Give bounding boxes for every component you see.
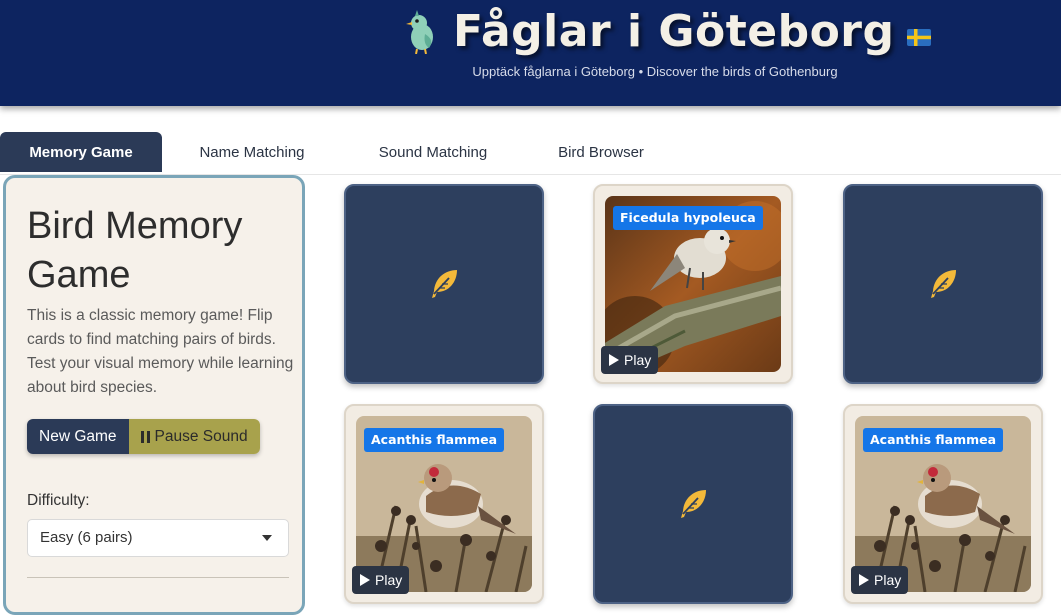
- play-icon: [859, 574, 869, 586]
- memory-card[interactable]: [593, 404, 793, 604]
- tab-sound-matching[interactable]: Sound Matching: [362, 132, 504, 172]
- sidebar-description: This is a classic memory game! Flip card…: [27, 307, 294, 396]
- game-sidebar: Bird Memory Game This is a classic memor…: [3, 175, 305, 615]
- tab-bar: Memory Game Name Matching Sound Matching…: [0, 132, 1061, 175]
- play-label: Play: [874, 572, 902, 588]
- page-title: Fåglar i Göteborg: [453, 6, 895, 57]
- memory-card[interactable]: Acanthis flammea Play: [843, 404, 1043, 604]
- swedish-flag-icon: [906, 28, 931, 46]
- new-game-button[interactable]: New Game: [27, 419, 129, 454]
- species-label: Acanthis flammea: [364, 428, 505, 452]
- tab-bird-browser[interactable]: Bird Browser: [544, 132, 658, 172]
- play-icon: [360, 574, 370, 586]
- play-sound-button[interactable]: Play: [601, 346, 659, 374]
- play-sound-button[interactable]: Play: [352, 566, 410, 594]
- difficulty-label: Difficulty:: [27, 492, 90, 509]
- title-row: Fåglar i Göteborg: [405, 4, 931, 60]
- memory-card[interactable]: [843, 184, 1043, 384]
- pause-icon: [140, 430, 150, 443]
- tab-memory-game[interactable]: Memory Game: [0, 132, 162, 172]
- game-controls: New Game Pause Sound: [27, 419, 260, 454]
- species-label: Acanthis flammea: [863, 428, 1004, 452]
- play-label: Play: [375, 572, 403, 588]
- memory-card[interactable]: Ficedula hypoleuca Play: [593, 184, 793, 384]
- feather-icon: [681, 490, 706, 518]
- chevron-down-icon: [262, 535, 272, 541]
- play-sound-button[interactable]: Play: [851, 566, 909, 594]
- sidebar-divider: [27, 577, 289, 578]
- memory-card[interactable]: [344, 184, 544, 384]
- pause-sound-button[interactable]: Pause Sound: [128, 419, 260, 454]
- app-header: Fåglar i Göteborg Upptäck fåglarna i Göt…: [0, 0, 1061, 106]
- difficulty-select[interactable]: Easy (6 pairs): [27, 519, 289, 557]
- pause-sound-label: Pause Sound: [154, 428, 248, 445]
- sidebar-title: Bird Memory Game: [27, 205, 243, 296]
- feather-icon: [931, 270, 956, 298]
- page-subtitle: Upptäck fåglarna i Göteborg • Discover t…: [472, 64, 838, 79]
- difficulty-value: Easy (6 pairs): [40, 529, 133, 546]
- feather-icon: [432, 270, 457, 298]
- bird-icon: [406, 10, 433, 54]
- tab-name-matching[interactable]: Name Matching: [183, 132, 321, 172]
- species-label: Ficedula hypoleuca: [613, 206, 763, 230]
- play-label: Play: [624, 352, 652, 368]
- memory-card[interactable]: Acanthis flammea Play: [344, 404, 544, 604]
- play-icon: [609, 354, 619, 366]
